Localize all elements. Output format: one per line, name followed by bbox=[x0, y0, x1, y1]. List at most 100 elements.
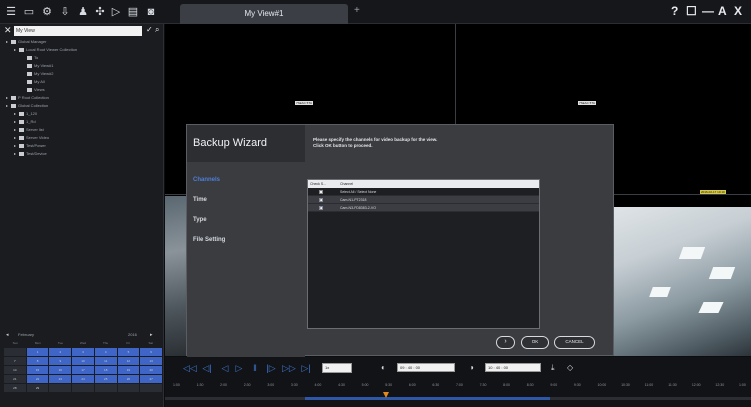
tree-item[interactable]: ▸ Test/Power bbox=[6, 142, 162, 150]
channel-checkbox[interactable] bbox=[319, 190, 323, 194]
calendar-day[interactable] bbox=[94, 384, 117, 392]
ok-button[interactable]: OK bbox=[521, 336, 549, 349]
expand-icon[interactable]: ▸ bbox=[6, 38, 10, 46]
calendar-day[interactable]: 5 bbox=[117, 348, 140, 356]
camera-feed-left[interactable] bbox=[165, 196, 187, 356]
tree-item[interactable]: ▸ 1_120 bbox=[6, 110, 162, 118]
tree-item[interactable]: ▸ P Root Collection bbox=[6, 94, 162, 102]
tree-item[interactable]: ▸ Global Collection bbox=[6, 102, 162, 110]
calendar-day[interactable]: 12 bbox=[117, 357, 140, 365]
table-row[interactable]: Cam-N1-PT2318 bbox=[308, 196, 539, 204]
tree-item[interactable]: My All bbox=[6, 78, 162, 86]
calendar-day[interactable]: 13 bbox=[140, 357, 162, 365]
end-time-field[interactable]: 10 : 40 : 00 bbox=[485, 363, 541, 372]
wizard-step[interactable]: Time bbox=[193, 195, 303, 215]
check-icon[interactable]: ✓ bbox=[146, 25, 153, 34]
fullscreen-button[interactable]: A bbox=[718, 4, 727, 18]
tree-item[interactable]: ▸ Global Manager bbox=[6, 38, 162, 46]
puzzle-icon[interactable]: ✣ bbox=[93, 5, 107, 19]
expand-icon[interactable]: ▸ bbox=[14, 134, 18, 142]
reverse-play-icon[interactable]: ◁ bbox=[219, 362, 231, 374]
calendar-day[interactable]: 8 bbox=[26, 357, 49, 365]
calendar-day[interactable]: 26 bbox=[117, 375, 140, 383]
export-icon[interactable]: ⇩ bbox=[58, 5, 72, 19]
tree-item[interactable]: ▸ Server list bbox=[6, 126, 162, 134]
rewind-icon[interactable]: ◁◁ bbox=[183, 362, 197, 374]
pause-icon[interactable]: ‖ bbox=[249, 362, 261, 374]
calendar-day[interactable]: 24 bbox=[72, 375, 94, 383]
column-channel[interactable]: Channel bbox=[340, 180, 353, 188]
calendar-day[interactable]: 4 bbox=[94, 348, 117, 356]
play-icon[interactable]: ▷ bbox=[233, 362, 245, 374]
restore-button[interactable]: ☐ bbox=[686, 4, 697, 18]
play-icon[interactable]: ▷ bbox=[109, 5, 123, 19]
calendar-day[interactable]: 2 bbox=[49, 348, 72, 356]
step-forward-icon[interactable]: |▷ bbox=[265, 362, 277, 374]
wizard-step[interactable]: Type bbox=[193, 215, 303, 235]
calendar-day[interactable]: 29 bbox=[26, 384, 49, 392]
clear-search-icon[interactable]: ✕ bbox=[4, 25, 12, 36]
column-check[interactable]: Check S... bbox=[310, 180, 336, 188]
calendar-day[interactable]: 16 bbox=[49, 366, 72, 374]
expand-icon[interactable]: ▸ bbox=[14, 118, 18, 126]
camera-feed-right[interactable] bbox=[611, 207, 751, 356]
calendar-day[interactable]: 1 bbox=[26, 348, 49, 356]
channel-checkbox[interactable] bbox=[319, 204, 323, 212]
expand-icon[interactable]: ▸ bbox=[14, 142, 18, 150]
minimize-button[interactable]: — bbox=[702, 4, 714, 18]
start-time-field[interactable]: 09 : 40 : 00 bbox=[397, 363, 455, 372]
monitor-icon[interactable]: ▭ bbox=[22, 5, 36, 19]
settings-icon[interactable]: ⚙ bbox=[40, 5, 54, 19]
calendar-day[interactable]: 7 bbox=[4, 357, 26, 365]
bookmark-icon[interactable]: ◇ bbox=[567, 362, 573, 374]
add-tab-button[interactable]: + bbox=[354, 5, 366, 19]
calendar-day[interactable]: 21 bbox=[4, 375, 26, 383]
expand-icon[interactable]: ▸ bbox=[6, 94, 10, 102]
tree-item[interactable]: ▸ Local Root Viewer Collection bbox=[6, 46, 162, 54]
calendar-day[interactable]: 11 bbox=[94, 357, 117, 365]
skip-end-icon[interactable]: ▷| bbox=[300, 362, 312, 374]
sequence-icon[interactable]: ▤ bbox=[124, 5, 142, 19]
calendar-day[interactable]: 17 bbox=[72, 366, 94, 374]
tree-item[interactable]: ▸ Test/Device bbox=[6, 150, 162, 158]
tree-item[interactable]: My View#1 bbox=[6, 62, 162, 70]
calendar-day[interactable] bbox=[49, 384, 72, 392]
wizard-step[interactable]: Channels bbox=[193, 175, 303, 195]
tree-item[interactable]: ▸ Server Video bbox=[6, 134, 162, 142]
expand-icon[interactable]: ▸ bbox=[6, 102, 10, 110]
calendar-day[interactable]: 27 bbox=[140, 375, 162, 383]
calendar-day[interactable]: 23 bbox=[49, 375, 72, 383]
calendar-day[interactable]: 10 bbox=[72, 357, 94, 365]
timeline-cursor[interactable] bbox=[383, 392, 389, 398]
cancel-button[interactable]: CANCEL bbox=[554, 336, 595, 349]
calendar-day[interactable]: 15 bbox=[26, 366, 49, 374]
expand-icon[interactable]: ▸ bbox=[14, 46, 18, 54]
tree-item[interactable]: Views bbox=[6, 86, 162, 94]
user-icon[interactable]: ♟ bbox=[76, 5, 90, 19]
tree-item[interactable]: ▸ 1_Rd bbox=[6, 118, 162, 126]
menu-icon[interactable]: ☰ bbox=[4, 5, 18, 19]
calendar-day[interactable]: 28 bbox=[4, 384, 26, 392]
step-back-icon[interactable]: ◁| bbox=[201, 362, 213, 374]
speed-select[interactable]: 1x bbox=[322, 363, 352, 373]
search-input[interactable] bbox=[14, 26, 142, 36]
calendar-day[interactable] bbox=[140, 384, 162, 392]
next-month-icon[interactable]: ▸ bbox=[150, 330, 153, 340]
calendar-day[interactable]: 6 bbox=[140, 348, 162, 356]
next-button[interactable]: › bbox=[496, 336, 515, 349]
calendar-day[interactable]: 20 bbox=[140, 366, 162, 374]
calendar-day[interactable]: 9 bbox=[49, 357, 72, 365]
table-row[interactable]: Cam-N3-FD8383-2-VO bbox=[308, 204, 539, 212]
expand-icon[interactable]: ▸ bbox=[14, 126, 18, 134]
channel-checkbox[interactable] bbox=[319, 196, 323, 204]
close-button[interactable]: X bbox=[734, 4, 742, 18]
tree-item[interactable]: To bbox=[6, 54, 162, 62]
expand-icon[interactable]: ▸ bbox=[14, 110, 18, 118]
calendar-day[interactable]: 18 bbox=[94, 366, 117, 374]
search-icon[interactable]: ⌕ bbox=[155, 25, 159, 35]
tree-item[interactable]: My View#2 bbox=[6, 70, 162, 78]
camera-icon[interactable]: ◙ bbox=[144, 5, 158, 19]
calendar-day[interactable]: 3 bbox=[72, 348, 94, 356]
calendar-day[interactable] bbox=[117, 384, 140, 392]
calendar-day[interactable]: 19 bbox=[117, 366, 140, 374]
